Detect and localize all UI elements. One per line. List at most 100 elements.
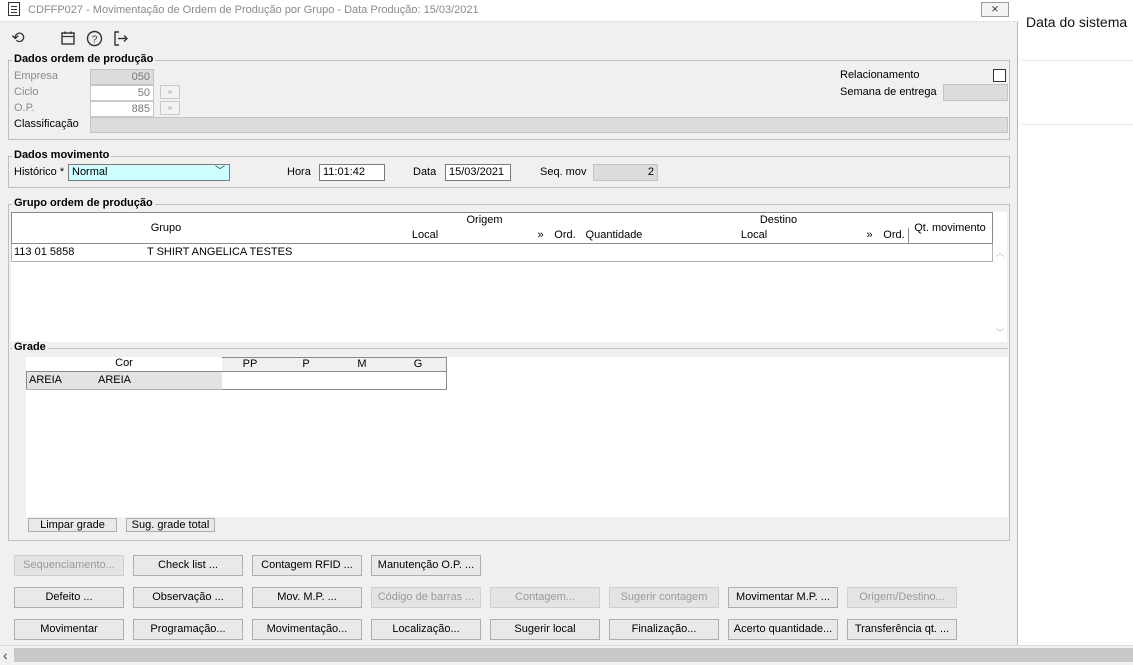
empresa-field[interactable]: 050 [90, 69, 154, 85]
grupo-code-cell[interactable]: 113 01 5858 [11, 244, 146, 262]
movimentar-mp-button[interactable]: Movimentar M.P. ... [728, 587, 838, 608]
origem-local-desc-cell[interactable] [376, 244, 531, 262]
size-pp-header[interactable]: PP [222, 357, 279, 372]
observacao-button[interactable]: Observação ... [133, 587, 243, 608]
qt-movimento-header[interactable]: Qt. movimento [908, 212, 993, 244]
contagem-button[interactable]: Contagem... [490, 587, 600, 608]
data-label: Data [413, 166, 437, 178]
limpar-grade-button[interactable]: Limpar grade [28, 518, 117, 532]
destino-ord-cell[interactable] [880, 244, 909, 262]
seq-mov-field[interactable]: 2 [593, 164, 658, 181]
scroll-up-icon[interactable]: ︿ [992, 246, 1008, 259]
destino-local-desc-cell[interactable] [705, 244, 860, 262]
size-g-cell[interactable] [390, 372, 447, 390]
op-label: O.P. [14, 102, 35, 114]
side-divider [1022, 124, 1133, 125]
origem-ord-header[interactable]: Ord. [551, 228, 580, 244]
side-panel: Data do sistema [1022, 0, 1133, 645]
calendar-icon[interactable] [58, 30, 78, 48]
semana-entrega-field[interactable] [943, 84, 1008, 101]
size-m-header[interactable]: M [334, 357, 391, 372]
destino-local-code-cell[interactable] [649, 244, 706, 262]
grupo-desc-cell[interactable]: T SHIRT ANGELICA TESTES [145, 244, 321, 262]
scroll-down-icon[interactable]: ﹀ [992, 326, 1008, 339]
chevron-down-icon: ﹀ [215, 166, 225, 177]
origem-quantidade-cell[interactable] [579, 244, 650, 262]
size-p-cell[interactable] [278, 372, 335, 390]
dados-ordem-title: Dados ordem de produção [12, 53, 156, 65]
close-button[interactable]: ⨯ [981, 2, 1009, 17]
relacionamento-checkbox[interactable] [993, 69, 1006, 82]
codigo-barras-button[interactable]: Código de barras ... [371, 587, 481, 608]
grupo-ordem-title: Grupo ordem de produção [12, 197, 155, 209]
qt-movimento-cell[interactable] [908, 244, 993, 262]
form-icon [8, 2, 20, 16]
sugerir-contagem-button[interactable]: Sugerir contagem [609, 587, 719, 608]
origem-local-header[interactable]: Local [320, 228, 531, 244]
data-field[interactable]: 15/03/2021 [445, 164, 511, 181]
classificacao-label: Classificação [14, 118, 79, 130]
side-divider [1022, 60, 1133, 61]
data-do-sistema-label: Data do sistema [1026, 14, 1128, 30]
origem-ord-cell[interactable] [551, 244, 580, 262]
defeito-button[interactable]: Defeito ... [14, 587, 124, 608]
transferencia-qt-button[interactable]: Transferência qt. ... [847, 619, 957, 640]
help-icon[interactable]: ? [84, 30, 104, 48]
movimentacao-button[interactable]: Movimentação... [252, 619, 362, 640]
manutencao-op-button[interactable]: Manutenção O.P. ... [371, 555, 481, 576]
horizontal-scrollbar[interactable]: ‹ [0, 645, 1133, 665]
programacao-button[interactable]: Programação... [133, 619, 243, 640]
op-lookup-button[interactable]: » [160, 101, 180, 115]
destino-ord-header[interactable]: Ord. [880, 228, 909, 244]
exit-icon[interactable] [110, 30, 130, 48]
scrollbar-thumb[interactable] [14, 648, 1133, 662]
acerto-quantidade-button[interactable]: Acerto quantidade... [728, 619, 838, 640]
cor-code-cell[interactable]: AREIA [26, 372, 97, 390]
ciclo-label: Ciclo [14, 86, 39, 98]
finalizacao-button[interactable]: Finalização... [609, 619, 719, 640]
size-pp-cell[interactable] [222, 372, 279, 390]
destino-local-header[interactable]: Local [649, 228, 860, 244]
ciclo-lookup-button[interactable]: » [160, 85, 180, 99]
hora-field[interactable]: 11:01:42 [319, 164, 385, 181]
title-bar: CDFFP027 - Movimentação de Ordem de Prod… [0, 0, 1018, 22]
refresh-icon[interactable]: ⟲ [8, 30, 28, 48]
destino-header: Destino [649, 212, 909, 229]
ciclo-field[interactable]: 50 [90, 85, 154, 101]
sugerir-local-button[interactable]: Sugerir local [490, 619, 600, 640]
size-g-header[interactable]: G [390, 357, 447, 372]
window-title: CDFFP027 - Movimentação de Ordem de Prod… [28, 4, 479, 16]
cor-header[interactable]: Cor [26, 357, 223, 372]
empresa-label: Empresa [14, 70, 59, 82]
grupo-header[interactable]: Grupo [11, 212, 321, 244]
op-field[interactable]: 885 [90, 101, 154, 117]
movimentar-button[interactable]: Movimentar [14, 619, 124, 640]
cor-desc-cell[interactable]: AREIA [96, 372, 223, 390]
size-m-cell[interactable] [334, 372, 391, 390]
semana-entrega-label: Semana de entrega [840, 86, 937, 98]
localizacao-button[interactable]: Localização... [371, 619, 481, 640]
hora-label: Hora [287, 166, 311, 178]
origem-arrow-header[interactable]: » [530, 228, 552, 244]
destino-arrow-header[interactable]: » [859, 228, 881, 244]
grupo-vertical-scrollbar[interactable]: ︿ ﹀ [992, 246, 1008, 340]
sequenciamento-button[interactable]: Sequenciamento... [14, 555, 124, 576]
historico-select[interactable]: Normal ﹀ [68, 164, 230, 181]
origem-quantidade-header[interactable]: Quantidade [579, 228, 650, 244]
size-p-header[interactable]: P [278, 357, 335, 372]
seq-mov-label: Seq. mov [540, 166, 587, 178]
scroll-left-icon[interactable]: ‹ [3, 647, 8, 663]
mov-mp-button[interactable]: Mov. M.P. ... [252, 587, 362, 608]
historico-label: Histórico * [14, 166, 65, 178]
origem-destino-button[interactable]: Origem/Destino... [847, 587, 957, 608]
contagem-rfid-button[interactable]: Contagem RFID ... [252, 555, 362, 576]
classificacao-field[interactable] [90, 117, 1008, 133]
origem-header: Origem [320, 212, 650, 229]
origem-local-code-cell[interactable] [320, 244, 377, 262]
origem-arrow-cell[interactable] [530, 244, 552, 262]
sugestao-grade-total-button[interactable]: Sug. grade total [126, 518, 215, 532]
historico-value: Normal [72, 166, 108, 178]
check-list-button[interactable]: Check list ... [133, 555, 243, 576]
relacionamento-label: Relacionamento [840, 69, 920, 81]
destino-arrow-cell[interactable] [859, 244, 881, 262]
